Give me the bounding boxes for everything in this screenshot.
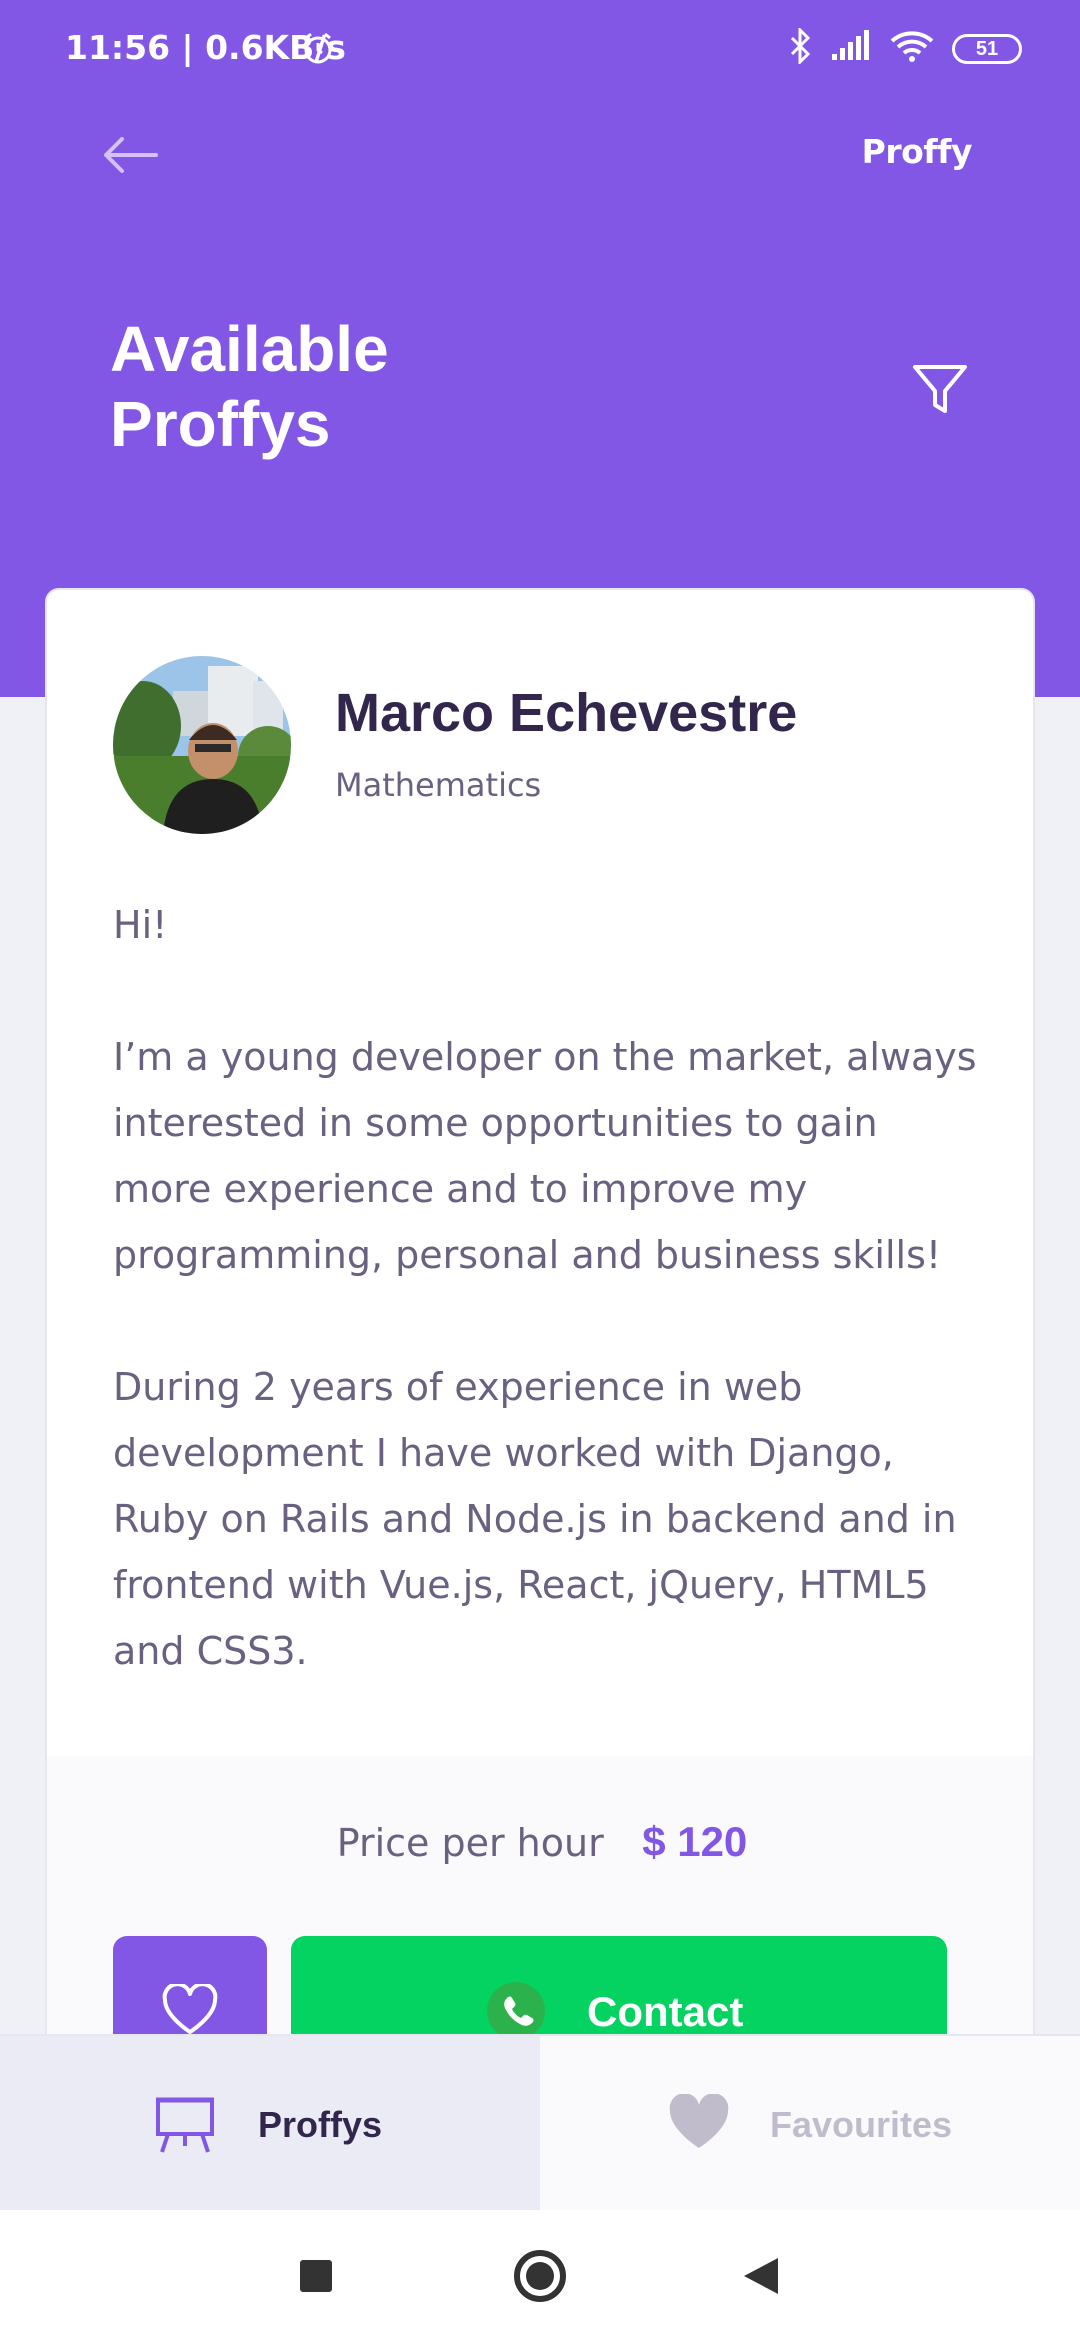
teacher-subject: Mathematics: [335, 766, 542, 804]
teacher-bio: Hi! I’m a young developer on the market,…: [113, 892, 983, 1750]
page-title: Available Proffys: [110, 312, 710, 462]
page-title-line1: Available: [110, 313, 389, 385]
heart-outline-icon: [162, 1984, 218, 2034]
heart-icon: [668, 2093, 730, 2155]
signal-icon: [830, 30, 872, 67]
brand-logo: Proffy: [861, 132, 973, 171]
price-row: Price per hour $ 120: [47, 1818, 1033, 1866]
avatar: [113, 656, 291, 834]
tab-proffys[interactable]: Proffys: [0, 2036, 540, 2210]
arrow-left-icon: [104, 137, 158, 173]
whatsapp-icon: [487, 1982, 545, 2040]
home-button[interactable]: [514, 2250, 566, 2302]
bio-paragraph: Hi!: [113, 903, 168, 947]
filter-icon: [913, 365, 967, 413]
battery-icon: 51: [952, 33, 1022, 64]
recents-button[interactable]: [300, 2260, 332, 2292]
alarm-icon: [300, 30, 336, 71]
contact-label: Contact: [587, 1988, 744, 2035]
bio-paragraph: I’m a young developer on the market, alw…: [113, 1035, 977, 1277]
system-navigation-bar: [0, 2210, 1080, 2340]
bottom-tab-bar: Proffys Favourites: [0, 2034, 1080, 2210]
teacher-name: Marco Echevestre: [335, 683, 798, 743]
price-value: $ 120: [642, 1818, 748, 1865]
tab-favourites-label: Favourites: [770, 2104, 953, 2145]
top-bar: Proffy: [0, 110, 1080, 200]
system-back-button[interactable]: [744, 2258, 778, 2294]
wifi-icon: [890, 29, 934, 68]
tab-favourites[interactable]: Favourites: [540, 2036, 1080, 2210]
filter-button[interactable]: [910, 362, 976, 420]
easel-icon: [154, 2094, 216, 2159]
price-label: Price per hour: [336, 1821, 604, 1865]
teacher-card: Marco Echevestre Mathematics Hi! I’m a y…: [45, 588, 1035, 2288]
bio-paragraph: During 2 years of experience in web deve…: [113, 1365, 957, 1673]
back-button[interactable]: [100, 130, 170, 180]
status-icons: 51: [788, 26, 1022, 69]
page-title-line2: Proffys: [110, 388, 331, 460]
tab-proffys-label: Proffys: [258, 2104, 383, 2145]
status-bar: 11:56 | 0.6KB/s 51: [0, 0, 1080, 100]
bluetooth-icon: [788, 26, 812, 69]
